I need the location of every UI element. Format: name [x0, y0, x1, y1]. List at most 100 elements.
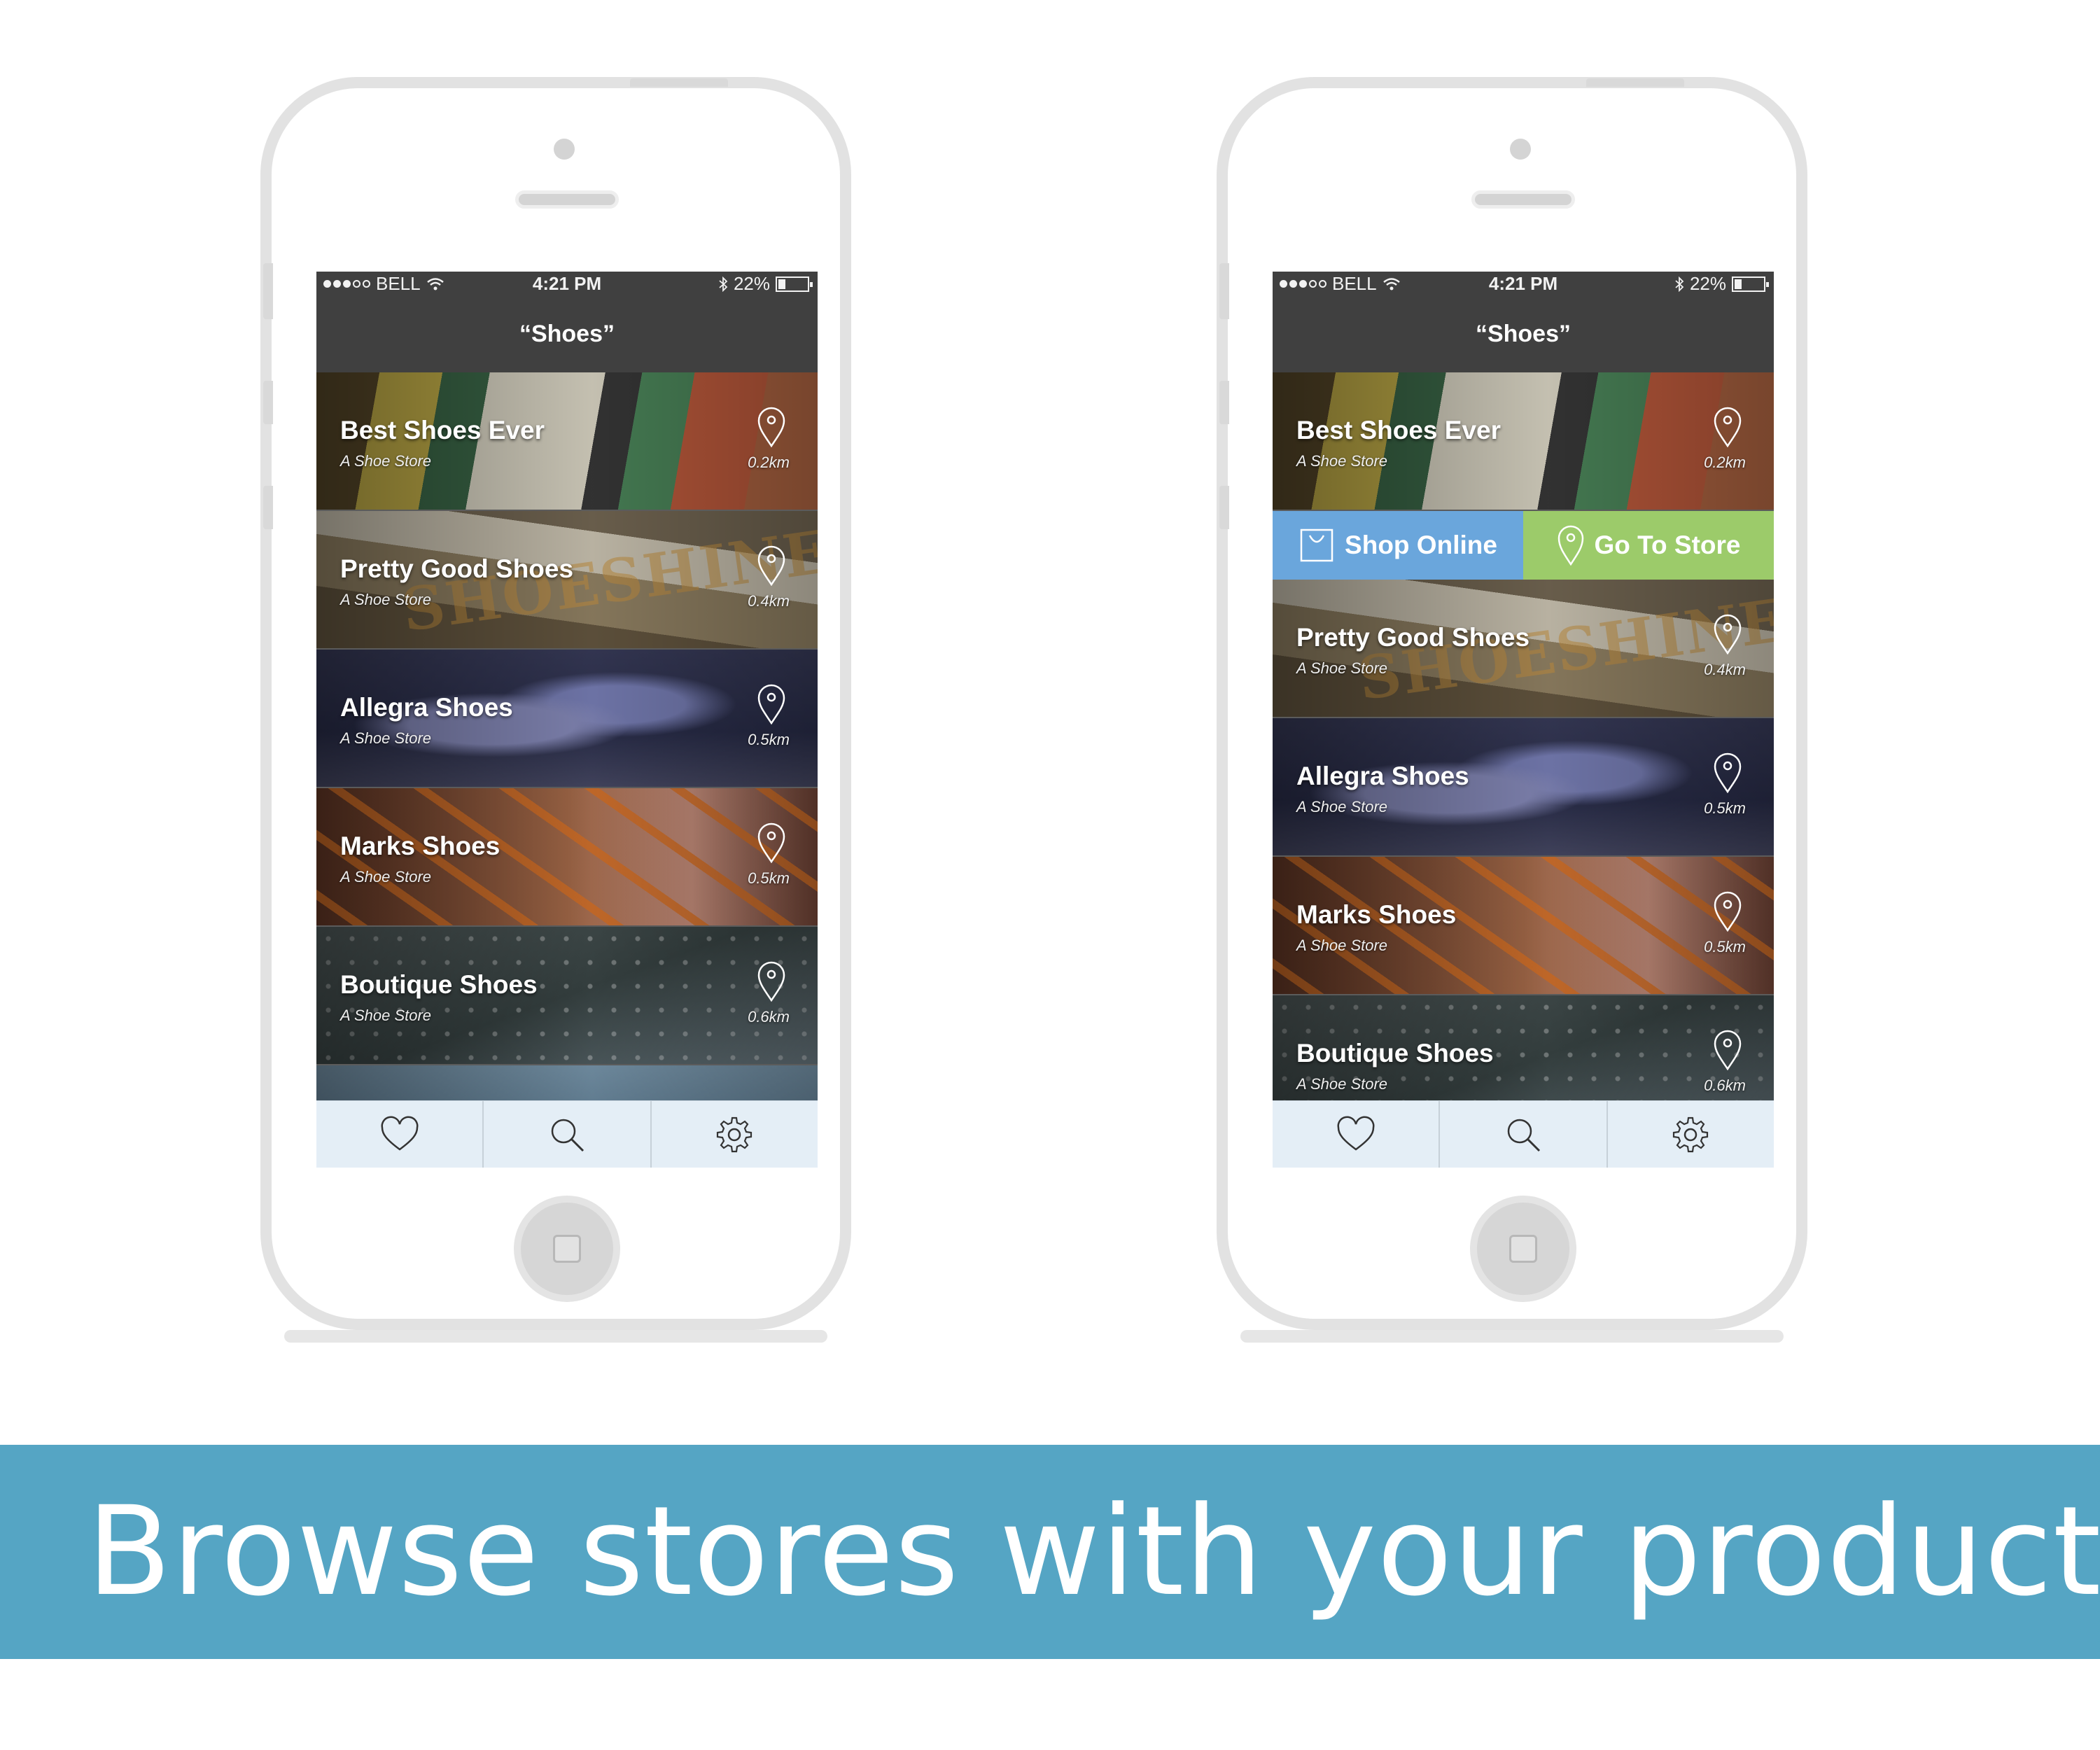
earpiece-speaker	[1471, 190, 1575, 209]
volume-down-button	[1219, 486, 1229, 529]
store-distance: 0.4km	[748, 592, 790, 610]
store-distance: 0.4km	[1704, 661, 1746, 678]
store-row-allegra-shoes[interactable]: Allegra Shoes A Shoe Store 0.5km	[1273, 718, 1774, 857]
store-row-allegra-shoes[interactable]: Allegra Shoes A Shoe Store 0.5km	[316, 650, 818, 788]
store-row-pretty-good-shoes[interactable]: SHOESHINE Pretty Good Shoes A Shoe Store…	[1273, 580, 1774, 718]
bluetooth-icon	[719, 276, 728, 292]
power-button	[630, 78, 728, 87]
tab-search[interactable]	[484, 1101, 652, 1168]
tab-bar	[1273, 1100, 1774, 1168]
store-row-marks-shoes[interactable]: Marks Shoes A Shoe Store 0.5km	[1273, 857, 1774, 995]
location-pin-icon	[757, 407, 785, 448]
shopping-bag-icon	[1300, 528, 1334, 562]
store-name: Marks Shoes	[1296, 900, 1457, 929]
battery-percent: 22%	[733, 273, 770, 294]
go-to-store-label: Go To Store	[1594, 531, 1741, 559]
shop-online-label: Shop Online	[1345, 531, 1497, 559]
heart-icon	[1337, 1116, 1375, 1151]
store-subtitle: A Shoe Store	[340, 591, 432, 608]
volume-down-button	[263, 486, 273, 529]
store-name: Boutique Shoes	[340, 970, 538, 999]
location-pin-icon	[1714, 891, 1742, 932]
location-pin-icon	[1714, 1030, 1742, 1071]
store-row-marks-shoes[interactable]: Marks Shoes A Shoe Store 0.5km	[316, 788, 818, 927]
store-name: Pretty Good Shoes	[1296, 623, 1530, 652]
store-subtitle: A Shoe Store	[1296, 937, 1388, 954]
bluetooth-icon	[1675, 276, 1684, 292]
tab-settings[interactable]	[1608, 1101, 1774, 1168]
store-subtitle: A Shoe Store	[1296, 798, 1388, 816]
location-pin-icon	[757, 822, 785, 864]
mute-switch	[263, 263, 273, 319]
tab-search[interactable]	[1440, 1101, 1608, 1168]
store-subtitle: A Shoe Store	[1296, 1075, 1388, 1093]
store-subtitle: A Shoe Store	[340, 868, 432, 886]
store-name: Best Shoes Ever	[1296, 416, 1502, 444]
store-subtitle: A Shoe Store	[340, 729, 432, 747]
tab-favorites[interactable]	[316, 1101, 484, 1168]
battery-icon	[776, 276, 813, 292]
store-distance: 0.5km	[1704, 938, 1746, 955]
shop-online-button[interactable]: Shop Online	[1273, 511, 1523, 580]
mute-switch	[1219, 263, 1229, 319]
store-name: Pretty Good Shoes	[340, 554, 574, 583]
store-distance: 0.6km	[1704, 1077, 1746, 1094]
store-subtitle: A Shoe Store	[1296, 659, 1388, 677]
phone-body: BELL 4:21 PM 22% “Shoes” Best Shoes Ever…	[1217, 77, 1807, 1330]
store-name: Allegra Shoes	[1296, 762, 1469, 790]
app-screen: BELL 4:21 PM 22% “Shoes” Best Shoes Ever…	[1273, 272, 1774, 1168]
store-row-pretty-good-shoes[interactable]: SHOESHINE Pretty Good Shoes A Shoe Store…	[316, 511, 818, 650]
phone-body: BELL 4:21 PM 22% “Shoes” Best Shoes Ever…	[260, 77, 851, 1330]
store-list: Best Shoes Ever A Shoe Store 0.2km SHOES…	[316, 372, 818, 1168]
search-icon	[551, 1119, 584, 1152]
store-distance: 0.6km	[748, 1008, 790, 1026]
store-row-best-shoes-ever[interactable]: Best Shoes Ever A Shoe Store 0.2km	[1273, 372, 1774, 511]
volume-up-button	[1219, 381, 1229, 424]
store-subtitle: A Shoe Store	[340, 452, 432, 470]
store-name: Best Shoes Ever	[340, 416, 545, 444]
status-bar: BELL 4:21 PM 22%	[1273, 272, 1774, 295]
tagline-banner: Browse stores with your product.	[0, 1445, 2100, 1659]
search-icon	[1507, 1119, 1541, 1152]
front-camera	[554, 139, 575, 160]
status-bar: BELL 4:21 PM 22%	[316, 272, 818, 295]
battery-icon	[1732, 276, 1769, 292]
phone-shadow	[1240, 1330, 1784, 1343]
front-camera	[1510, 139, 1531, 160]
page-title: “Shoes”	[1273, 295, 1774, 372]
location-pin-icon	[1714, 614, 1742, 655]
page-title: “Shoes”	[316, 295, 818, 372]
store-distance: 0.2km	[1704, 454, 1746, 471]
tab-bar	[316, 1100, 818, 1168]
location-pin-icon	[1558, 525, 1583, 566]
store-distance: 0.5km	[748, 869, 790, 887]
heart-icon	[381, 1116, 419, 1151]
gear-icon	[1673, 1116, 1709, 1152]
volume-up-button	[263, 381, 273, 424]
store-distance: 0.2km	[748, 454, 790, 471]
store-row-boutique-shoes[interactable]: Boutique Shoes A Shoe Store 0.6km	[316, 927, 818, 1065]
tab-favorites[interactable]	[1273, 1101, 1441, 1168]
store-distance: 0.5km	[748, 731, 790, 748]
store-name: Allegra Shoes	[340, 693, 513, 722]
phone-mockup-right: BELL 4:21 PM 22% “Shoes” Best Shoes Ever…	[1217, 77, 1807, 1344]
store-action-strip: Shop Online Go To Store	[1273, 511, 1774, 580]
store-name: Marks Shoes	[340, 832, 500, 860]
phone-shadow	[284, 1330, 827, 1343]
location-pin-icon	[757, 961, 785, 1002]
battery-percent: 22%	[1689, 273, 1726, 294]
tab-settings[interactable]	[652, 1101, 818, 1168]
store-subtitle: A Shoe Store	[340, 1007, 432, 1024]
store-distance: 0.5km	[1704, 799, 1746, 817]
app-screen: BELL 4:21 PM 22% “Shoes” Best Shoes Ever…	[316, 272, 818, 1168]
location-pin-icon	[1714, 752, 1742, 794]
location-pin-icon	[757, 545, 785, 587]
location-pin-icon	[757, 684, 785, 725]
store-row-best-shoes-ever[interactable]: Best Shoes Ever A Shoe Store 0.2km	[316, 372, 818, 511]
go-to-store-button[interactable]: Go To Store	[1523, 511, 1774, 580]
earpiece-speaker	[515, 190, 619, 209]
home-button	[1470, 1196, 1576, 1302]
store-list: Best Shoes Ever A Shoe Store 0.2km Shop …	[1273, 372, 1774, 1134]
store-subtitle: A Shoe Store	[1296, 452, 1388, 470]
power-button	[1586, 78, 1684, 87]
